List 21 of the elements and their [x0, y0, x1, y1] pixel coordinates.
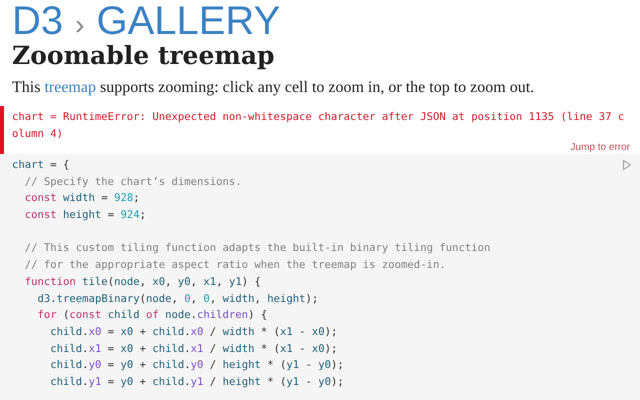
code-line: child.y1 = y0 + child.y1 / height * (y1 - y0); — [49, 376, 344, 388]
code-line: const height = 924; — [24, 209, 146, 222]
code-line: // This custom tiling function adapts the built-in binary tiling function — [24, 242, 490, 254]
code-line: chart = { — [12, 159, 70, 171]
brand-link[interactable]: D3 — [12, 0, 64, 42]
gallery-link[interactable]: GALLERY — [96, 0, 280, 42]
code-line: function tile(node, x0, y0, x1, y1) { — [24, 276, 261, 288]
code-line: // Specify the chart’s dimensions. — [24, 176, 242, 188]
breadcrumb-separator: › — [75, 8, 84, 42]
code-line: const width = 928; — [24, 192, 140, 204]
intro-paragraph: This treemap supports zooming: click any cell to zoom in, or the top to zoom out. — [12, 78, 534, 98]
code-line: child.y0 = y0 + child.y0 / height * (y1 - y0); — [49, 359, 344, 372]
code-line: // for the appropriate aspect ratio when the treemap is zoomed-in. — [24, 259, 446, 272]
error-message: chart = RuntimeError: Unexpected non-whitespace character after JSON at position 1135 (line 37 column 4) — [12, 110, 626, 142]
code-line: for (const child of node.children) { — [36, 309, 268, 322]
code-line: d3.treemapBinary(node, 0, 0, width, height); — [36, 292, 318, 304]
code-line: child.x0 = x0 + child.x0 / width * (x1 - x0); — [49, 326, 338, 338]
treemap-link[interactable]: treemap — [44, 79, 96, 96]
page-title: Zoomable treemap — [12, 40, 274, 72]
code-line: child.x1 = x0 + child.x1 / width * (x1 - x0); — [49, 342, 338, 355]
run-icon[interactable] — [622, 159, 632, 171]
